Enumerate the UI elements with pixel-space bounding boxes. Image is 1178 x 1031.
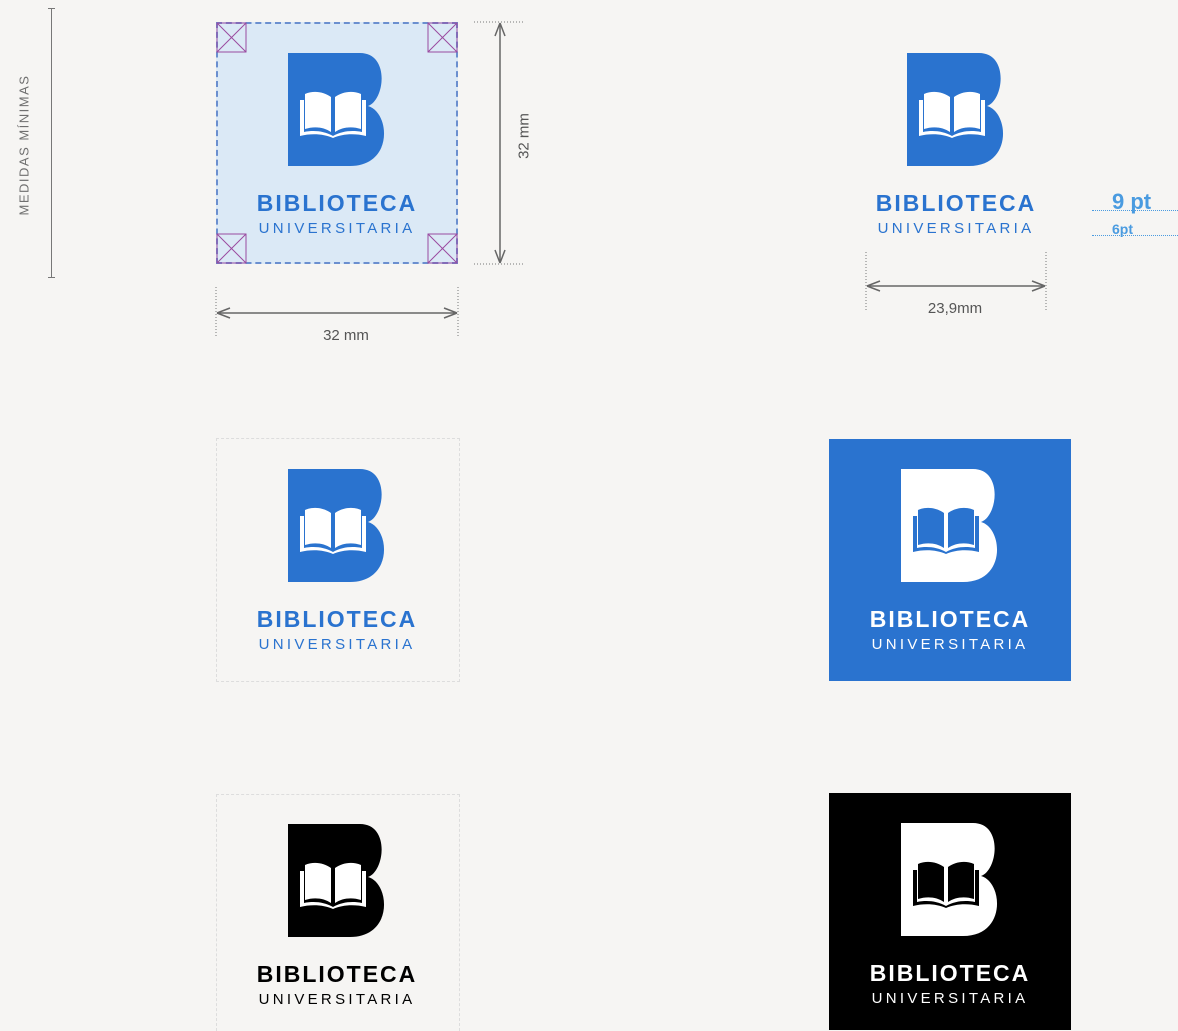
subtitle-size-label: 6pt (1112, 221, 1133, 237)
logo-minimum: BIBLIOTECA UNIVERSITARIA (240, 50, 434, 240)
brand-title: BIBLIOTECA (869, 606, 1031, 632)
width-dimension-label: 32 mm (323, 327, 369, 344)
b-letter-icon (288, 469, 385, 582)
side-bracket-line (48, 8, 55, 278)
b-letter-icon (288, 824, 385, 937)
height-dimension-label: 32 mm (515, 113, 533, 159)
logo-blue: BIBLIOTECA UNIVERSITARIA (240, 466, 434, 656)
logo-white-on-blue: BIBLIOTECA UNIVERSITARIA (853, 466, 1047, 656)
brand-subtitle: UNIVERSITARIA (258, 991, 416, 1008)
brand-title: BIBLIOTECA (869, 960, 1031, 986)
side-label: MEDIDAS MÍNIMAS (16, 74, 32, 216)
brand-subtitle: UNIVERSITARIA (871, 990, 1029, 1007)
brand-subtitle: UNIVERSITARIA (871, 636, 1029, 653)
b-letter-icon (907, 53, 1004, 166)
logo-text-size: BIBLIOTECA UNIVERSITARIA (858, 50, 1054, 240)
b-letter-icon (901, 823, 998, 936)
text-width-label: 23,9mm (927, 300, 983, 317)
logo-black: BIBLIOTECA UNIVERSITARIA (240, 821, 434, 1011)
brand-title: BIBLIOTECA (875, 190, 1037, 216)
brand-title: BIBLIOTECA (256, 606, 418, 632)
b-letter-icon (288, 53, 385, 166)
subtitle-size-guide (1092, 235, 1178, 236)
logo-white-on-black: BIBLIOTECA UNIVERSITARIA (853, 820, 1047, 1010)
brand-title: BIBLIOTECA (256, 961, 418, 987)
brand-subtitle: UNIVERSITARIA (877, 220, 1035, 237)
brand-subtitle: UNIVERSITARIA (258, 636, 416, 653)
brand-title: BIBLIOTECA (256, 190, 418, 216)
brand-subtitle: UNIVERSITARIA (258, 220, 416, 237)
b-letter-icon (901, 469, 998, 582)
title-size-label: 9 pt (1112, 189, 1152, 214)
